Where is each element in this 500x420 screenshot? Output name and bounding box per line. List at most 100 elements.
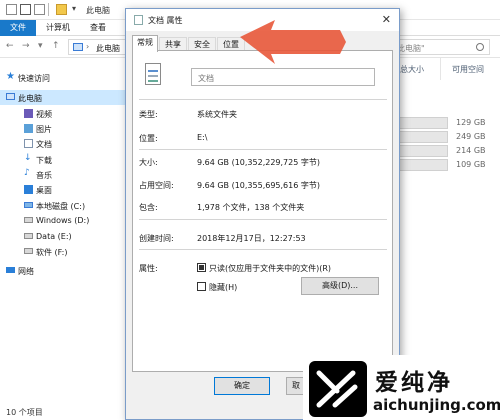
chevron-down-icon[interactable]: ▾: [72, 4, 76, 13]
drive-total-size: 129 GB: [456, 118, 486, 127]
tab-security[interactable]: 安全: [188, 37, 216, 51]
drive-icon: [24, 233, 33, 239]
contains-value: 1,978 个文件，138 个文件夹: [197, 203, 305, 212]
new-file-icon[interactable]: [34, 4, 45, 15]
sidebar-item-label: 文档: [36, 140, 52, 149]
folder-icon[interactable]: [56, 4, 67, 15]
address-bar[interactable]: › 此电脑: [68, 39, 128, 55]
back-arrow-icon[interactable]: ←: [6, 41, 14, 51]
size-on-disk-label: 占用空间:: [139, 181, 174, 190]
drive-total-size: 109 GB: [456, 160, 486, 169]
readonly-checkbox[interactable]: [197, 263, 206, 272]
search-input[interactable]: 此电脑": [390, 39, 490, 55]
sidebar-item-drive-d[interactable]: Windows (D:): [0, 213, 125, 228]
sidebar-item-videos[interactable]: 视频: [0, 106, 125, 121]
sidebar-item-label: Data (E:): [36, 232, 72, 241]
chevron-down-icon[interactable]: ▾: [38, 41, 43, 51]
divider: [139, 149, 387, 150]
address-path: 此电脑: [96, 44, 120, 53]
tab-view[interactable]: 查看: [90, 22, 106, 33]
desktop-icon: [24, 185, 33, 194]
sidebar-item-quick-access[interactable]: ★ 快速访问: [0, 70, 125, 85]
advanced-button[interactable]: 高级(D)...: [301, 277, 379, 295]
size-label: 大小:: [139, 158, 158, 167]
type-label: 类型:: [139, 110, 158, 119]
pictures-icon: [24, 124, 33, 133]
sidebar-item-label: 下载: [36, 156, 52, 165]
sidebar-item-drive-f[interactable]: 软件 (F:): [0, 244, 125, 259]
contains-label: 包含:: [139, 203, 158, 212]
drive-icon: [24, 202, 33, 208]
document-icon: [24, 139, 33, 148]
sidebar-item-this-pc[interactable]: 此电脑: [0, 90, 125, 105]
divider: [139, 249, 387, 250]
column-divider[interactable]: [440, 58, 441, 80]
sidebar-item-drive-c[interactable]: 本地磁盘 (C:): [0, 198, 125, 213]
readonly-label[interactable]: 只读(仅应用于文件夹中的文件)(R): [209, 263, 331, 274]
sidebar-item-downloads[interactable]: ↓ 下载: [0, 152, 125, 167]
star-icon: ★: [6, 71, 15, 82]
navigation-pane: ★ 快速访问 此电脑 视频 图片 文档 ↓ 下载 ♪ 音乐 桌面 本地磁盘 (C…: [0, 58, 125, 398]
sidebar-item-label: 音乐: [36, 171, 52, 180]
sidebar-item-label: 此电脑: [18, 94, 42, 103]
watermark-title: 爱纯净: [375, 370, 453, 396]
created-label: 创建时间:: [139, 234, 174, 243]
general-tab-panel: 文档 类型: 系统文件夹 位置: E:\ 大小: 9.64 GB (10,352…: [132, 50, 393, 372]
ok-button[interactable]: 确定: [214, 377, 270, 395]
folder-name-field[interactable]: 文档: [191, 68, 375, 86]
annotation-arrow: [240, 20, 346, 64]
close-icon[interactable]: ✕: [382, 13, 391, 26]
tab-file[interactable]: 文件: [0, 20, 36, 36]
hidden-label[interactable]: 隐藏(H): [209, 282, 237, 293]
sidebar-item-label: 网络: [18, 267, 34, 276]
sidebar-item-label: 图片: [36, 125, 52, 134]
brand-logo-icon: [309, 361, 367, 417]
tab-sharing[interactable]: 共享: [159, 37, 187, 51]
sidebar-item-label: 视频: [36, 110, 52, 119]
dialog-title: 文档 属性: [148, 16, 183, 25]
forward-arrow-icon[interactable]: →: [22, 41, 30, 51]
sidebar-item-documents[interactable]: 文档: [0, 136, 125, 151]
column-header-total-size[interactable]: 总大小: [400, 64, 424, 75]
item-count: 10 个项目: [6, 408, 43, 417]
sidebar-item-drive-e[interactable]: Data (E:): [0, 229, 125, 244]
type-value: 系统文件夹: [197, 110, 237, 119]
watermark: 爱纯净 aichunjing.com: [303, 355, 500, 420]
created-value: 2018年12月17日，12:27:53: [197, 234, 306, 243]
search-placeholder: 此电脑": [397, 44, 425, 53]
search-icon[interactable]: [476, 43, 484, 51]
sidebar-item-music[interactable]: ♪ 音乐: [0, 167, 125, 182]
drive-icon: [24, 217, 33, 223]
window-title: 此电脑: [86, 6, 110, 15]
hidden-checkbox[interactable]: [197, 282, 206, 291]
document-icon: [134, 15, 143, 25]
column-header-free-space[interactable]: 可用空间: [452, 64, 484, 75]
sidebar-item-label: Windows (D:): [36, 216, 90, 225]
sidebar-item-network[interactable]: 网络: [0, 263, 125, 278]
tab-computer[interactable]: 计算机: [46, 22, 70, 33]
drive-total-size: 249 GB: [456, 132, 486, 141]
divider: [139, 219, 387, 220]
tab-general[interactable]: 常规: [132, 35, 158, 52]
toolbar-divider: [48, 3, 49, 16]
folder-document-icon: [145, 63, 161, 85]
watermark-url: aichunjing.com: [373, 396, 500, 414]
location-value: E:\: [197, 133, 208, 142]
sidebar-item-label: 软件 (F:): [36, 248, 68, 257]
size-value: 9.64 GB (10,352,229,725 字节): [197, 158, 320, 167]
computer-icon: [6, 93, 15, 100]
sidebar-item-label: 快速访问: [18, 74, 50, 83]
drive-icon: [24, 248, 33, 254]
properties-icon[interactable]: [6, 4, 17, 15]
up-arrow-icon[interactable]: ↑: [52, 41, 60, 51]
sidebar-item-desktop[interactable]: 桌面: [0, 182, 125, 197]
breadcrumb-chevron-icon[interactable]: ›: [86, 42, 89, 51]
drive-total-size: 214 GB: [456, 146, 486, 155]
sidebar-item-label: 桌面: [36, 186, 52, 195]
checkmark-icon[interactable]: [20, 4, 31, 15]
music-note-icon: ♪: [24, 168, 30, 178]
sidebar-item-pictures[interactable]: 图片: [0, 121, 125, 136]
video-icon: [24, 109, 33, 118]
network-icon: [6, 267, 15, 273]
sidebar-item-label: 本地磁盘 (C:): [36, 202, 86, 211]
